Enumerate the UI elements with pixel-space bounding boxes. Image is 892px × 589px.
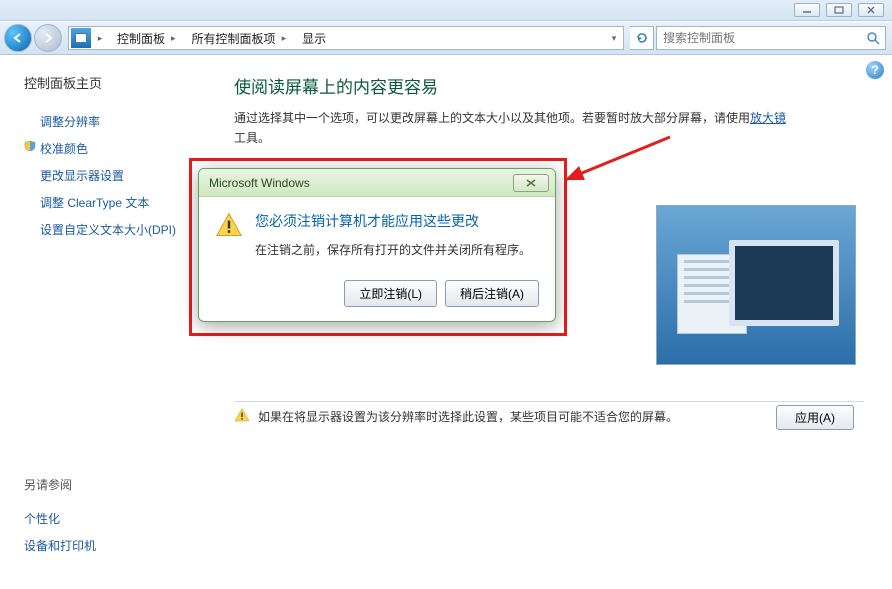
arrow-right-icon — [41, 31, 55, 45]
logoff-later-button[interactable]: 稍后注销(A) — [445, 280, 539, 307]
see-also-heading: 另请参阅 — [24, 476, 196, 493]
refresh-icon — [635, 31, 649, 45]
resolution-warning-text: 如果在将显示器设置为该分辨率时选择此设置，某些项目可能不适合您的屏幕。 — [258, 408, 678, 425]
sidebar-item-display-settings[interactable]: 更改显示器设置 — [24, 162, 196, 189]
sidebar-item-calibrate-color[interactable]: 校准颜色 — [24, 135, 196, 162]
crumb-label: 显示 — [302, 30, 326, 47]
see-also-devices-printers[interactable]: 设备和打印机 — [24, 532, 196, 559]
dialog-close-button[interactable] — [513, 174, 549, 192]
intro-text: 通过选择其中一个选项，可以更改屏幕上的文本大小以及其他项。若要暂时放大部分屏幕，… — [234, 108, 794, 149]
close-icon — [525, 178, 537, 188]
sidebar-item-label: 更改显示器设置 — [40, 169, 124, 183]
chevron-right-icon[interactable]: ▸ — [91, 33, 109, 44]
breadcrumb[interactable]: ▸ 控制面板 ▸ 所有控制面板项 ▸ 显示 ▾ — [68, 26, 624, 50]
sidebar-item-cleartype[interactable]: 调整 ClearType 文本 — [24, 189, 196, 216]
crumb-all-items[interactable]: 所有控制面板项 ▸ — [184, 27, 295, 49]
apply-button[interactable]: 应用(A) — [776, 405, 854, 430]
warning-icon — [234, 407, 250, 426]
sidebar-item-label: 校准颜色 — [40, 142, 88, 156]
crumb-label: 控制面板 — [117, 30, 165, 47]
separator — [234, 401, 864, 402]
content-body: ? 控制面板主页 调整分辨率 校准颜色 更改显示器设置 调整 ClearType… — [0, 55, 892, 589]
refresh-button[interactable] — [630, 26, 654, 50]
dialog-titlebar: Microsoft Windows — [199, 169, 555, 197]
dialog-body: 您必须注销计算机才能应用这些更改 在注销之前，保存所有打开的文件并关闭所有程序。… — [199, 197, 555, 321]
crumb-label: 所有控制面板项 — [192, 30, 276, 47]
page-title: 使阅读屏幕上的内容更容易 — [234, 73, 868, 98]
minimize-button[interactable] — [794, 3, 820, 17]
preview-monitor — [729, 240, 839, 326]
warning-icon — [215, 211, 243, 242]
sidebar-item-label: 调整分辨率 — [40, 115, 100, 129]
window-titlebar — [0, 0, 892, 21]
search-icon[interactable] — [861, 31, 885, 45]
sidebar-item-label: 调整 ClearType 文本 — [40, 196, 149, 210]
sidebar-item-label: 设置自定义文本大小(DPI) — [40, 223, 176, 237]
control-panel-icon — [71, 28, 91, 48]
shield-icon — [24, 140, 36, 152]
dialog-title-text: Microsoft Windows — [209, 176, 310, 190]
chevron-right-icon: ▸ — [171, 33, 176, 44]
forward-button[interactable] — [34, 24, 62, 52]
dialog-message-sub: 在注销之前，保存所有打开的文件并关闭所有程序。 — [255, 241, 531, 258]
breadcrumb-dropdown[interactable]: ▾ — [605, 33, 623, 44]
close-button[interactable] — [858, 3, 884, 17]
search-input[interactable] — [657, 31, 861, 45]
maximize-button[interactable] — [826, 3, 852, 17]
dialog-message-title: 您必须注销计算机才能应用这些更改 — [255, 211, 531, 231]
crumb-display[interactable]: 显示 — [294, 27, 334, 49]
magnifier-link[interactable]: 放大镜 — [750, 111, 786, 125]
nav-bar: ▸ 控制面板 ▸ 所有控制面板项 ▸ 显示 ▾ — [0, 21, 892, 55]
sidebar-item-custom-dpi[interactable]: 设置自定义文本大小(DPI) — [24, 216, 196, 243]
see-also-personalize[interactable]: 个性化 — [24, 505, 196, 532]
chevron-right-icon: ▸ — [282, 33, 287, 44]
see-also-label: 设备和打印机 — [24, 539, 96, 553]
sidebar-item-resolution[interactable]: 调整分辨率 — [24, 108, 196, 135]
intro-post: 工具。 — [234, 131, 270, 145]
crumb-control-panel[interactable]: 控制面板 ▸ — [109, 27, 184, 49]
intro-pre: 通过选择其中一个选项，可以更改屏幕上的文本大小以及其他项。若要暂时放大部分屏幕，… — [234, 111, 750, 125]
see-also-label: 个性化 — [24, 512, 60, 526]
resolution-warning: 如果在将显示器设置为该分辨率时选择此设置，某些项目可能不适合您的屏幕。 — [234, 407, 678, 426]
logoff-now-button[interactable]: 立即注销(L) — [344, 280, 437, 307]
display-preview — [656, 205, 856, 365]
main-panel: 使阅读屏幕上的内容更容易 通过选择其中一个选项，可以更改屏幕上的文本大小以及其他… — [210, 55, 892, 589]
back-button[interactable] — [4, 24, 32, 52]
logoff-dialog: Microsoft Windows 您必须注销计算机才能应用这些更改 在注销之前… — [198, 168, 556, 322]
sidebar-home[interactable]: 控制面板主页 — [24, 73, 196, 92]
see-also: 另请参阅 个性化 设备和打印机 — [24, 476, 196, 579]
search-box[interactable] — [656, 26, 886, 50]
arrow-left-icon — [11, 31, 25, 45]
sidebar: 控制面板主页 调整分辨率 校准颜色 更改显示器设置 调整 ClearType 文… — [0, 55, 210, 589]
